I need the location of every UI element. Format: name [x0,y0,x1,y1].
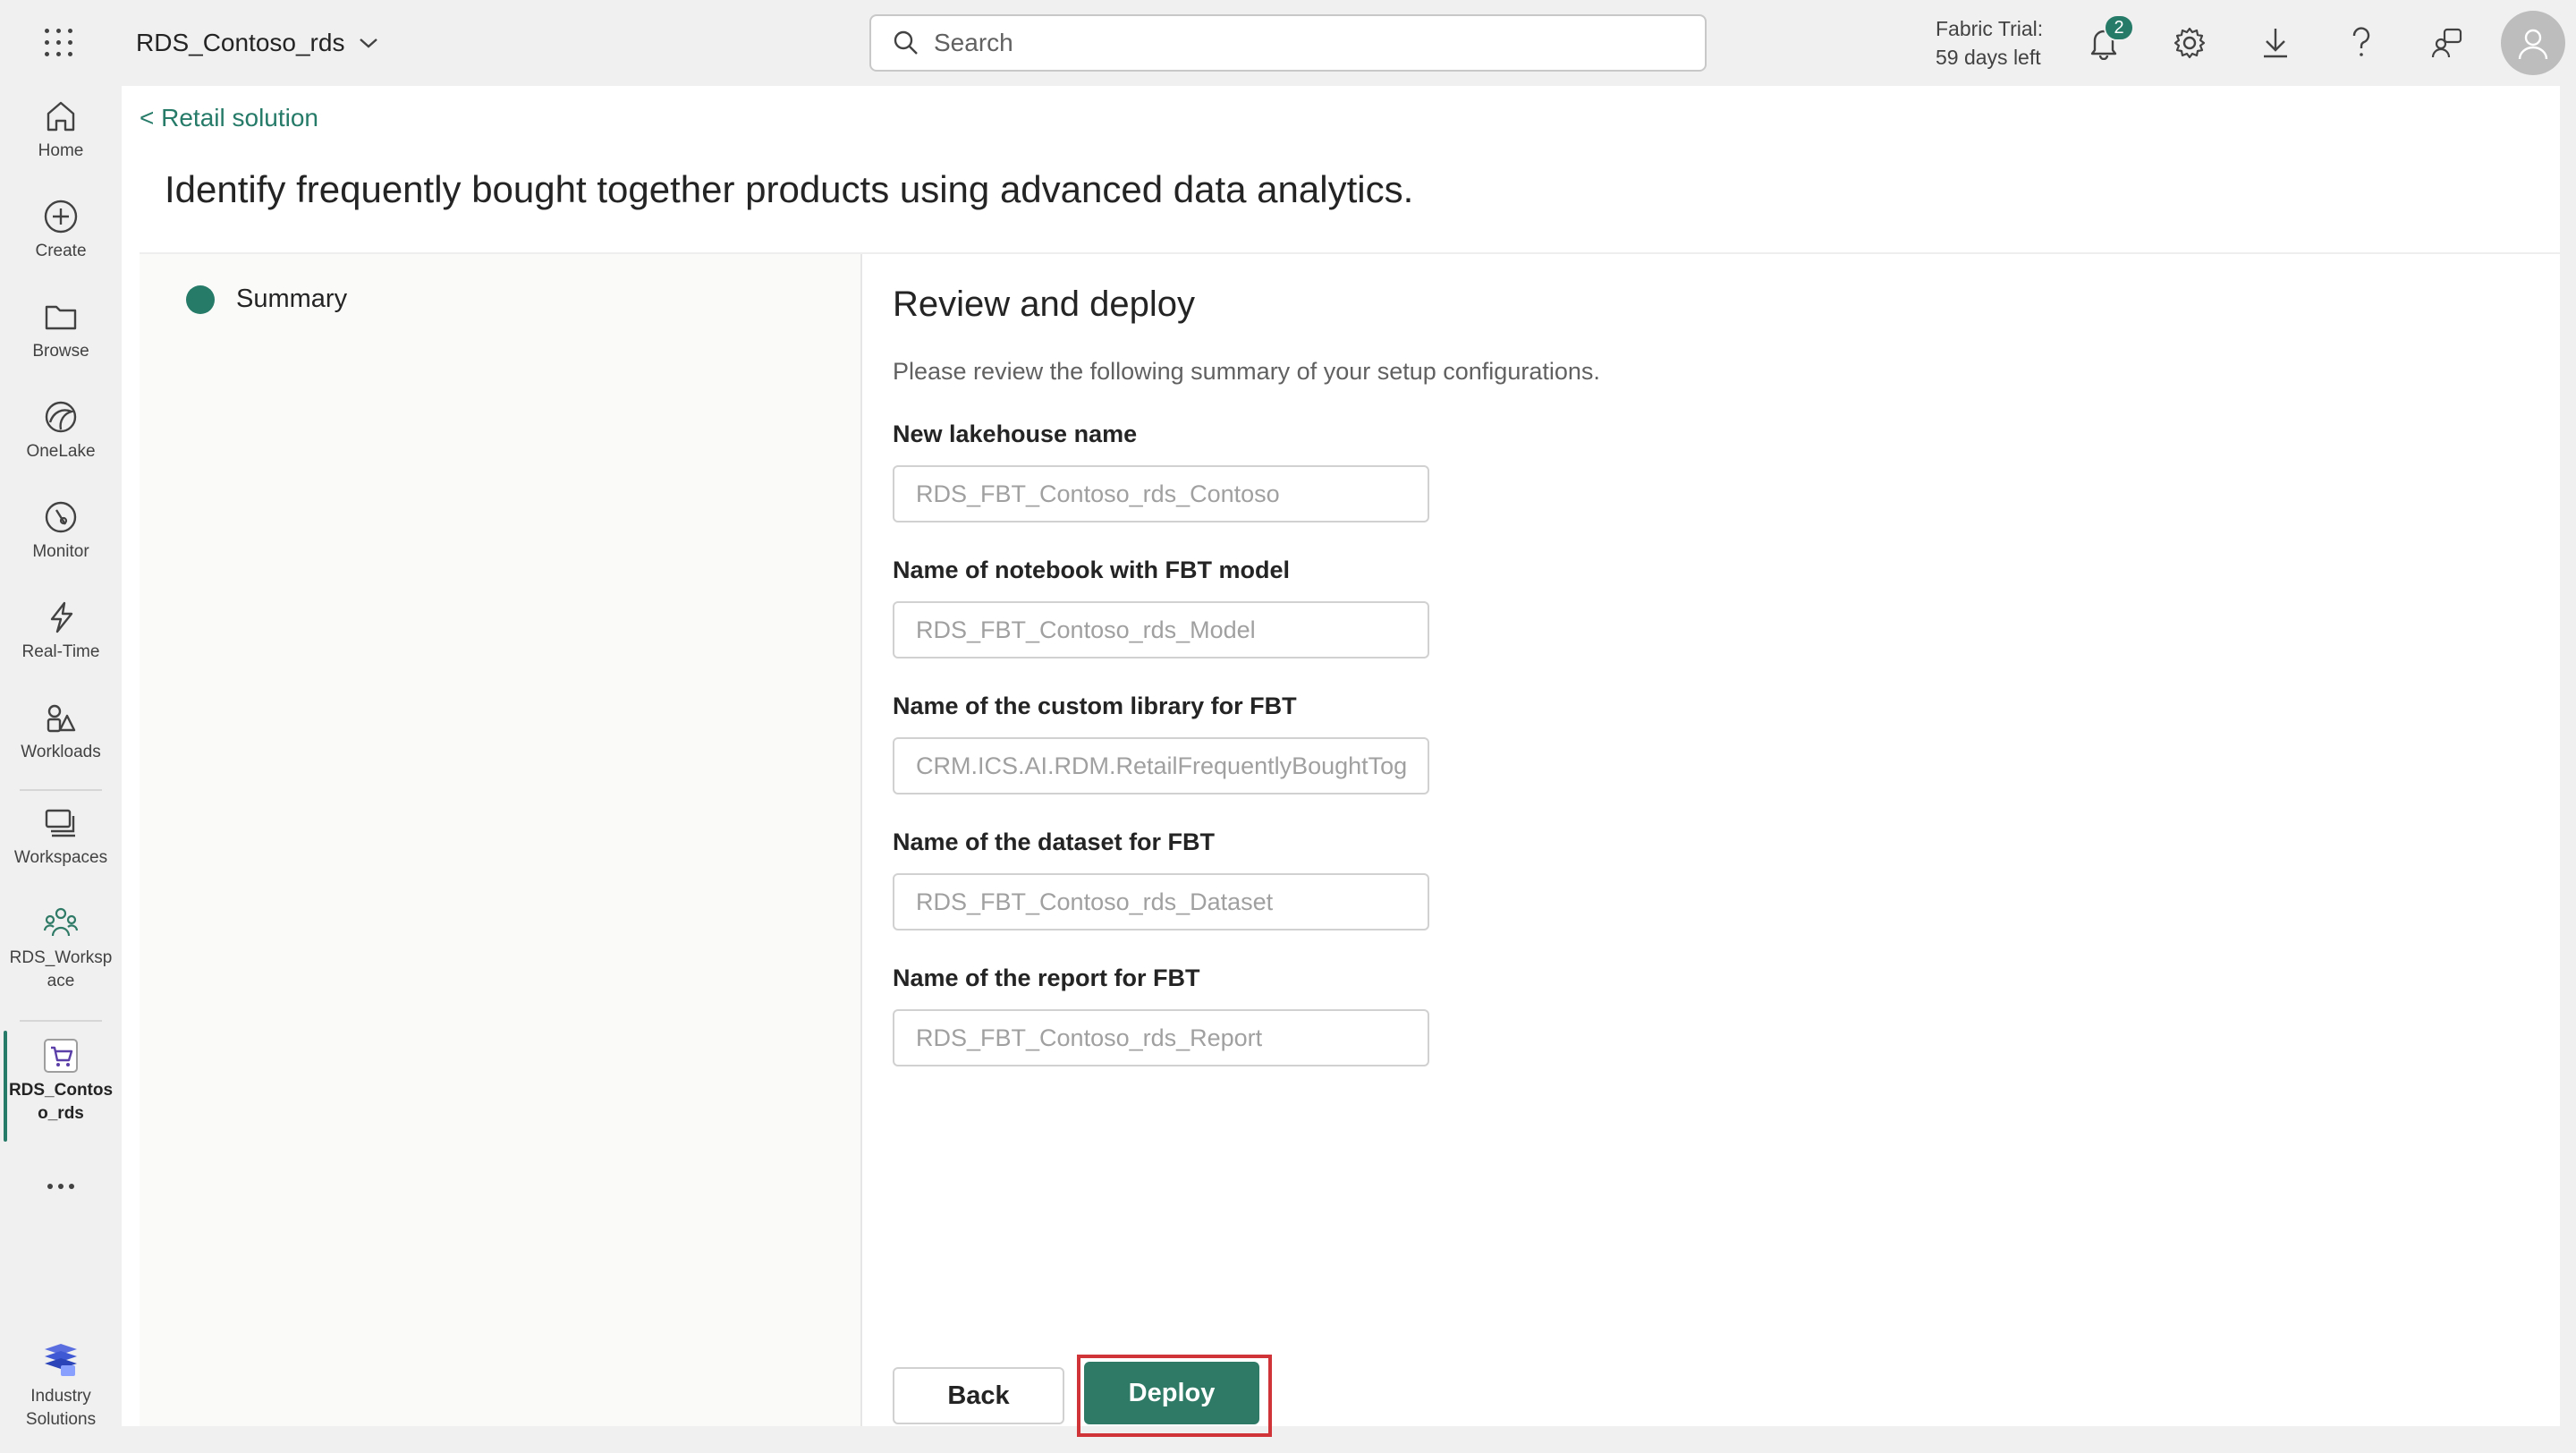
search-icon [894,30,918,55]
section-title: Review and deploy [893,285,1195,324]
gear-icon [2174,27,2206,59]
chevron-down-icon [360,38,378,48]
question-mark-icon [2352,27,2370,56]
nav-divider [20,1020,102,1022]
plus-circle-icon [44,200,78,234]
nav-real-time[interactable]: Real-Time [0,599,122,664]
review-panel: Review and deploy Please review the foll… [893,254,2503,1437]
nav-industry-solutions[interactable]: Industry Solutions [0,1342,122,1432]
lightning-icon [50,601,73,633]
home-icon [47,101,75,132]
trial-status[interactable]: Fabric Trial: 59 days left [1936,14,2043,72]
nav-onelake-label: OneLake [26,442,96,461]
dataset-name-field[interactable] [893,873,1429,930]
nav-industry-solutions-label: Industry Solutions [25,1387,97,1429]
download-button[interactable] [2254,21,2297,64]
nav-monitor[interactable]: Monitor [0,499,122,564]
dataset-name-label: Name of the dataset for FBT [893,828,1216,855]
feedback-button[interactable] [2426,21,2469,64]
nav-rds-workspace-label: RDS_Worksp ace [9,948,113,990]
top-bar: RDS_Contoso_rds Fabric Trial: 59 days le… [0,0,2576,86]
search-input[interactable] [934,29,1667,57]
nav-rds-workspace[interactable]: RDS_Worksp ace [0,905,122,993]
nav-workspaces[interactable]: Workspaces [0,805,122,870]
nav-workspaces-label: Workspaces [13,848,108,867]
folder-icon [45,305,77,330]
industry-solutions-icon [45,1344,77,1376]
lakehouse-name-label: New lakehouse name [893,421,1138,447]
search-box[interactable] [869,14,1707,72]
nav-create-label: Create [35,242,87,260]
nav-create[interactable]: Create [0,199,122,263]
left-navigation: Home Create Browse OneLake Monitor Real-… [0,86,122,1453]
workspace-switcher[interactable]: RDS_Contoso_rds [136,25,378,61]
nav-workloads-label: Workloads [21,743,101,761]
custom-library-label: Name of the custom library for FBT [893,693,1297,719]
lakehouse-name-field[interactable] [893,465,1429,523]
download-icon [2264,29,2287,58]
step-summary[interactable]: Summary [186,285,347,314]
workloads-icon [47,704,76,733]
notification-count-badge: 2 [2104,14,2134,41]
nav-home-label: Home [38,141,84,160]
cart-icon [44,1039,78,1073]
nav-workloads[interactable]: Workloads [0,700,122,764]
nav-browse-label: Browse [32,342,89,361]
nav-onelake[interactable]: OneLake [0,399,122,463]
nav-home[interactable]: Home [0,98,122,163]
more-horizontal-icon [47,1184,74,1189]
report-name-field[interactable] [893,1009,1429,1066]
share-feedback-icon [2431,28,2462,58]
user-icon [2518,29,2548,60]
onelake-icon [45,401,77,433]
nav-browse[interactable]: Browse [0,299,122,363]
page-title: Identify frequently bought together prod… [165,168,1414,210]
custom-library-field[interactable] [893,737,1429,794]
step-summary-label: Summary [236,285,348,313]
breadcrumb-back-link[interactable]: < Retail solution [140,104,318,132]
notebook-name-label: Name of notebook with FBT model [893,557,1290,583]
step-status-dot-icon [186,285,215,314]
section-description: Please review the following summary of y… [893,358,1600,385]
settings-button[interactable] [2168,21,2211,64]
user-avatar[interactable] [2501,11,2565,75]
main-panel: < Retail solution Identify frequently bo… [122,86,2560,1437]
workspaces-icon [45,809,75,837]
app-launcher-icon[interactable] [41,25,77,61]
workspace-people-icon [43,907,79,937]
trial-label: Fabric Trial: [1936,17,2044,40]
nav-more[interactable] [0,1181,122,1197]
back-button[interactable]: Back [893,1367,1064,1424]
help-button[interactable] [2340,21,2383,64]
notebook-name-field[interactable] [893,601,1429,659]
monitor-icon [45,501,77,533]
nav-rds-contoso-rds[interactable]: RDS_Contos o_rds [0,1038,122,1126]
steps-panel: Summary [140,254,862,1426]
nav-monitor-label: Monitor [32,542,89,561]
nav-rds-contoso-rds-label: RDS_Contos o_rds [8,1081,114,1123]
deploy-button[interactable]: Deploy [1084,1362,1259,1424]
report-name-label: Name of the report for FBT [893,964,1200,991]
trial-days-left: 59 days left [1936,46,2041,69]
nav-divider [20,789,102,791]
workspace-name: RDS_Contoso_rds [136,29,345,56]
nav-real-time-label: Real-Time [21,642,100,661]
